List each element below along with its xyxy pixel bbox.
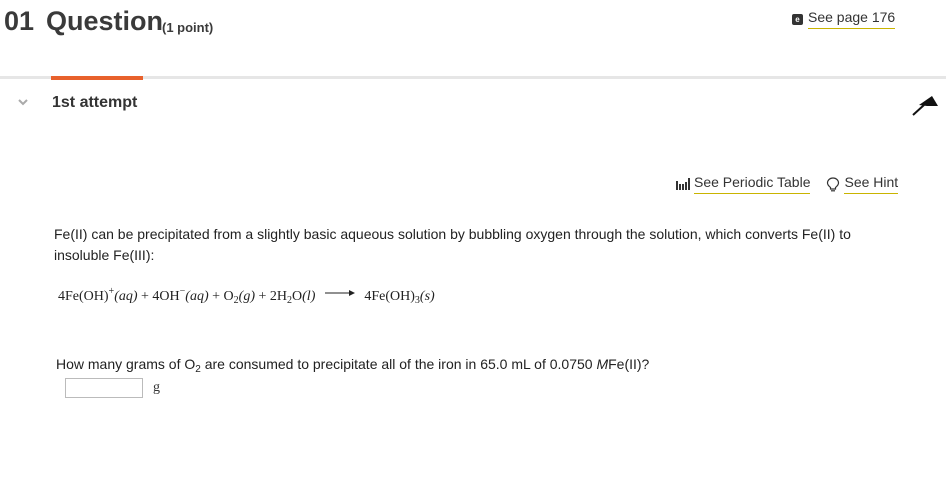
reaction-arrow-icon: [324, 290, 355, 296]
eq-plus-3: +: [258, 289, 267, 304]
eq-reactant4-b: O: [292, 289, 303, 304]
eq-product-formula: (OH): [385, 289, 415, 304]
hint-label: See Hint: [844, 174, 899, 194]
answer-input[interactable]: [65, 378, 143, 398]
question-title: Question: [46, 6, 164, 36]
question-number: 01: [4, 6, 35, 36]
chevron-down-icon[interactable]: [17, 96, 29, 108]
question-text: How many grams of O2 are consumed to pre…: [56, 356, 649, 375]
lightbulb-icon: [827, 176, 840, 191]
eq-reactant3-state: (g): [238, 289, 255, 304]
eq-reactant3: O: [223, 289, 234, 304]
see-page-link[interactable]: e See page 176: [792, 9, 896, 29]
ebook-icon: e: [792, 13, 803, 25]
eq-plus-2: +: [212, 289, 221, 304]
question-part-3: Fe(II)?: [608, 356, 650, 372]
answer-unit: g: [153, 380, 160, 395]
eq-reactant1-state: (aq): [114, 289, 138, 304]
active-tab-indicator: [51, 76, 143, 80]
eq-reactant2-state: (aq): [185, 289, 209, 304]
question-points: (1 point): [162, 20, 214, 35]
question-tools: See Periodic Table See Hint: [676, 174, 899, 194]
see-periodic-table-link[interactable]: See Periodic Table: [676, 174, 811, 194]
periodic-table-label: See Periodic Table: [694, 174, 811, 194]
eq-reactant1-coeff: 4Fe: [58, 289, 79, 304]
question-header: 01 Question (1 point) e See page 176: [0, 0, 946, 60]
eq-reactant4-a: 2H: [269, 289, 288, 304]
question-part-1: How many grams of O: [56, 356, 196, 372]
pin-icon[interactable]: [910, 94, 940, 116]
eq-product-state: (s): [419, 289, 435, 304]
eq-reactant2: 4OH: [152, 289, 180, 304]
question-part-2: are consumed to precipitate all of the i…: [200, 356, 597, 372]
periodic-table-icon: [676, 178, 690, 190]
question-molar: M: [596, 356, 609, 372]
see-hint-link[interactable]: See Hint: [826, 174, 899, 194]
chemical-equation: 4Fe(OH)+(aq) + 4OH−(aq) + O2(g) + 2H2O(l…: [58, 286, 435, 306]
question-prompt: Fe(II) can be precipitated from a slight…: [54, 226, 851, 263]
eq-plus-1: +: [141, 289, 149, 304]
eq-product-coeff: 4Fe: [364, 289, 386, 304]
see-page-label: See page 176: [808, 9, 896, 29]
attempt-label[interactable]: 1st attempt: [52, 94, 137, 112]
eq-reactant4-state: (l): [302, 289, 316, 304]
eq-reactant1-formula: (OH): [79, 289, 109, 304]
